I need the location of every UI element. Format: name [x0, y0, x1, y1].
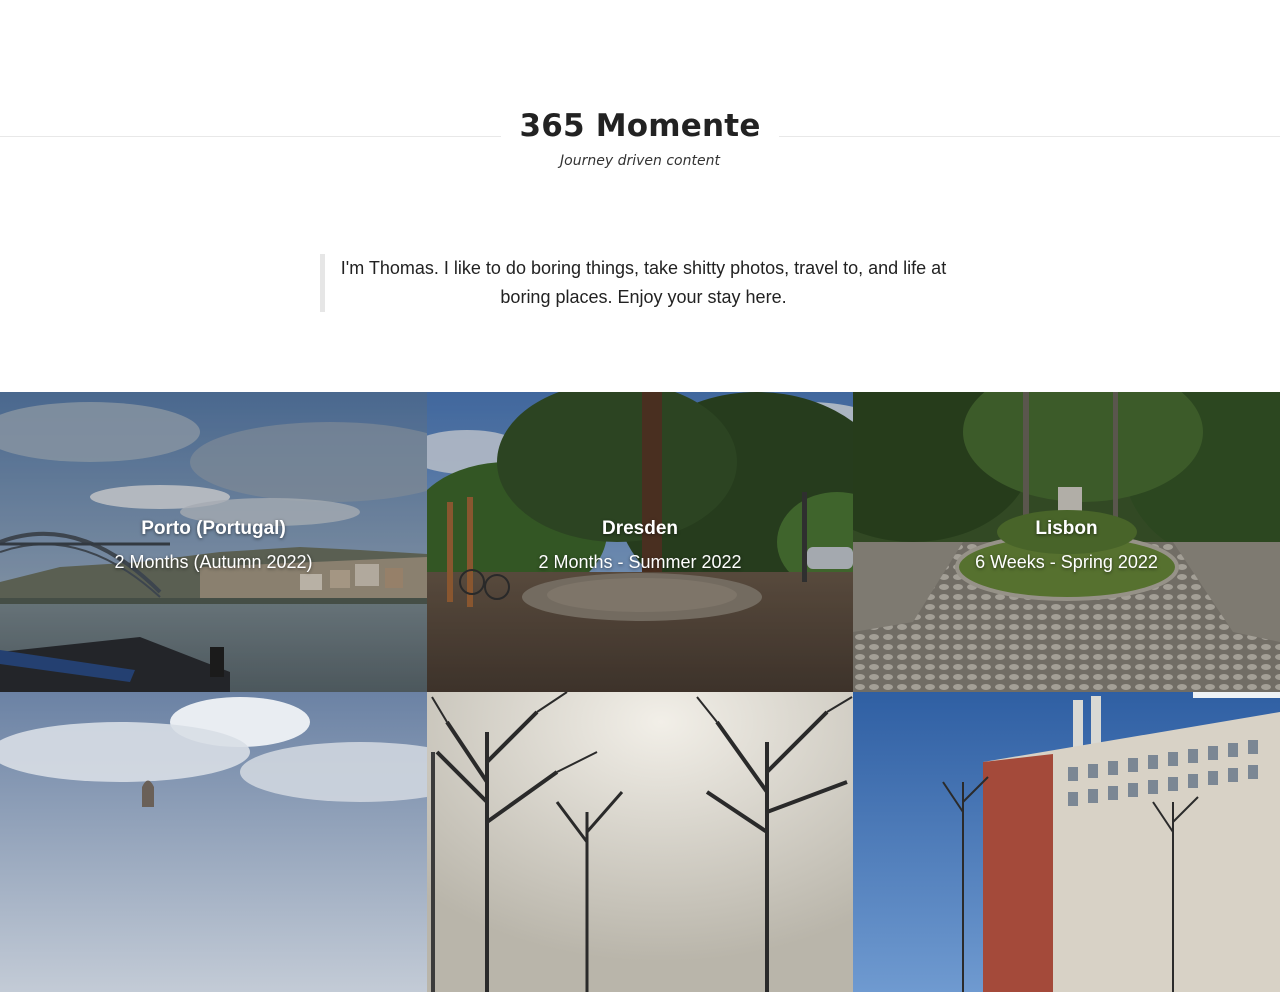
industrial-building-photo — [853, 692, 1280, 992]
tile-caption: Lisbon 6 Weeks - Spring 2022 — [853, 516, 1280, 575]
gallery-tile-6[interactable] — [853, 692, 1280, 992]
tile-caption — [427, 816, 853, 823]
tile-caption: Dresden 2 Months - Summer 2022 — [427, 516, 853, 575]
gallery-tile-porto[interactable]: Porto (Portugal) 2 Months (Autumn 2022) — [0, 392, 427, 692]
gallery-tile-5[interactable] — [427, 692, 853, 992]
bare-trees-haze-photo — [427, 692, 853, 992]
tile-place: Lisbon — [1035, 518, 1098, 539]
gallery-tile-dresden[interactable]: Dresden 2 Months - Summer 2022 — [427, 392, 853, 692]
tile-period: 2 Months (Autumn 2022) — [114, 552, 313, 572]
site-header: 365 Momente Journey driven content — [0, 0, 1280, 250]
intro-quote: I'm Thomas. I like to do boring things, … — [320, 254, 960, 312]
tile-place: Porto (Portugal) — [141, 518, 286, 539]
gallery-tile-lisbon[interactable]: Lisbon 6 Weeks - Spring 2022 — [853, 392, 1280, 692]
cloudy-sky-dome-photo — [0, 692, 427, 992]
title-wrap: 365 Momente — [0, 104, 1280, 148]
tile-caption: Porto (Portugal) 2 Months (Autumn 2022) — [0, 516, 427, 575]
tile-period: 6 Weeks - Spring 2022 — [975, 552, 1158, 572]
tile-caption — [853, 816, 1280, 823]
site-title-link[interactable]: 365 Momente — [501, 104, 779, 148]
gallery-grid: Porto (Portugal) 2 Months (Autumn 2022) — [0, 392, 1280, 992]
tile-period: 2 Months - Summer 2022 — [538, 552, 742, 572]
tile-place: Dresden — [601, 518, 679, 539]
site-tagline: Journey driven content — [560, 153, 720, 169]
tile-caption — [0, 816, 427, 823]
gallery-tile-4[interactable] — [0, 692, 427, 992]
